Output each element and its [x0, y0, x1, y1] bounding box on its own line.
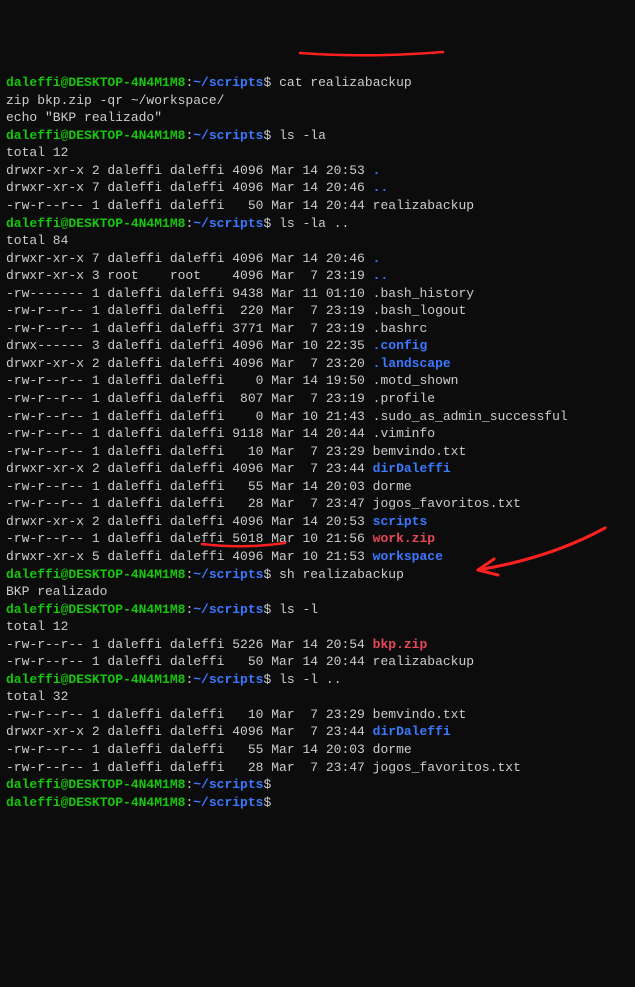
total-line: total 32 — [6, 688, 629, 706]
listing-row: -rw-r--r-- 1 daleffi daleffi 807 Mar 7 2… — [6, 390, 629, 408]
script-content: zip bkp.zip -qr ~/workspace/ — [6, 92, 629, 110]
listing-row: -rw-r--r-- 1 daleffi daleffi 50 Mar 14 2… — [6, 197, 629, 215]
prompt-line[interactable]: daleffi@DESKTOP-4N4M1M8:~/scripts$ — [6, 794, 629, 812]
command: ls -la — [279, 128, 326, 143]
listing-row: drwxr-xr-x 2 daleffi daleffi 4096 Mar 7 … — [6, 460, 629, 478]
listing-row: -rw-r--r-- 1 daleffi daleffi 10 Mar 7 23… — [6, 706, 629, 724]
command: ls -la .. — [279, 216, 349, 231]
listing-row: -rw-r--r-- 1 daleffi daleffi 55 Mar 14 2… — [6, 741, 629, 759]
prompt-line[interactable]: daleffi@DESKTOP-4N4M1M8:~/scripts$ ls -l… — [6, 127, 629, 145]
script-content: echo "BKP realizado" — [6, 109, 629, 127]
listing-row: -rw-r--r-- 1 daleffi daleffi 28 Mar 7 23… — [6, 759, 629, 777]
script-output: BKP realizado — [6, 583, 629, 601]
listing-row: -rw-r--r-- 1 daleffi daleffi 28 Mar 7 23… — [6, 495, 629, 513]
listing-row: drwx------ 3 daleffi daleffi 4096 Mar 10… — [6, 337, 629, 355]
listing-row: -rw-r--r-- 1 daleffi daleffi 3771 Mar 7 … — [6, 320, 629, 338]
prompt-line[interactable]: daleffi@DESKTOP-4N4M1M8:~/scripts$ ls -l… — [6, 671, 629, 689]
total-line: total 12 — [6, 618, 629, 636]
listing-row: -rw-r--r-- 1 daleffi daleffi 9118 Mar 14… — [6, 425, 629, 443]
prompt-line[interactable]: daleffi@DESKTOP-4N4M1M8:~/scripts$ — [6, 776, 629, 794]
listing-row: drwxr-xr-x 2 daleffi daleffi 4096 Mar 7 … — [6, 355, 629, 373]
listing-row: -rw------- 1 daleffi daleffi 9438 Mar 11… — [6, 285, 629, 303]
annotation-underline-cat — [298, 14, 448, 77]
prompt-line[interactable]: daleffi@DESKTOP-4N4M1M8:~/scripts$ ls -l — [6, 601, 629, 619]
listing-row: drwxr-xr-x 5 daleffi daleffi 4096 Mar 10… — [6, 548, 629, 566]
listing-row: -rw-r--r-- 1 daleffi daleffi 5226 Mar 14… — [6, 636, 629, 654]
prompt-line[interactable]: daleffi@DESKTOP-4N4M1M8:~/scripts$ cat r… — [6, 74, 629, 92]
listing-row: drwxr-xr-x 3 root root 4096 Mar 7 23:19 … — [6, 267, 629, 285]
command: ls -l — [279, 602, 318, 617]
total-line: total 12 — [6, 144, 629, 162]
command: cat realizabackup — [279, 75, 412, 90]
command: sh realizabackup — [279, 567, 404, 582]
prompt-line[interactable]: daleffi@DESKTOP-4N4M1M8:~/scripts$ ls -l… — [6, 215, 629, 233]
total-line: total 84 — [6, 232, 629, 250]
listing-row: -rw-r--r-- 1 daleffi daleffi 55 Mar 14 2… — [6, 478, 629, 496]
listing-row: -rw-r--r-- 1 daleffi daleffi 10 Mar 7 23… — [6, 443, 629, 461]
listing-row: -rw-r--r-- 1 daleffi daleffi 0 Mar 10 21… — [6, 408, 629, 426]
listing-row: drwxr-xr-x 2 daleffi daleffi 4096 Mar 14… — [6, 513, 629, 531]
listing-row: drwxr-xr-x 2 daleffi daleffi 4096 Mar 7 … — [6, 723, 629, 741]
listing-row: -rw-r--r-- 1 daleffi daleffi 0 Mar 14 19… — [6, 372, 629, 390]
listing-row: -rw-r--r-- 1 daleffi daleffi 220 Mar 7 2… — [6, 302, 629, 320]
listing-row: -rw-r--r-- 1 daleffi daleffi 50 Mar 14 2… — [6, 653, 629, 671]
prompt-line[interactable]: daleffi@DESKTOP-4N4M1M8:~/scripts$ sh re… — [6, 566, 629, 584]
listing-row: drwxr-xr-x 2 daleffi daleffi 4096 Mar 14… — [6, 162, 629, 180]
listing-row: drwxr-xr-x 7 daleffi daleffi 4096 Mar 14… — [6, 179, 629, 197]
terminal-output[interactable]: daleffi@DESKTOP-4N4M1M8:~/scripts$ cat r… — [6, 74, 629, 811]
listing-row: -rw-r--r-- 1 daleffi daleffi 5018 Mar 10… — [6, 530, 629, 548]
command: ls -l .. — [279, 672, 341, 687]
listing-row: drwxr-xr-x 7 daleffi daleffi 4096 Mar 14… — [6, 250, 629, 268]
